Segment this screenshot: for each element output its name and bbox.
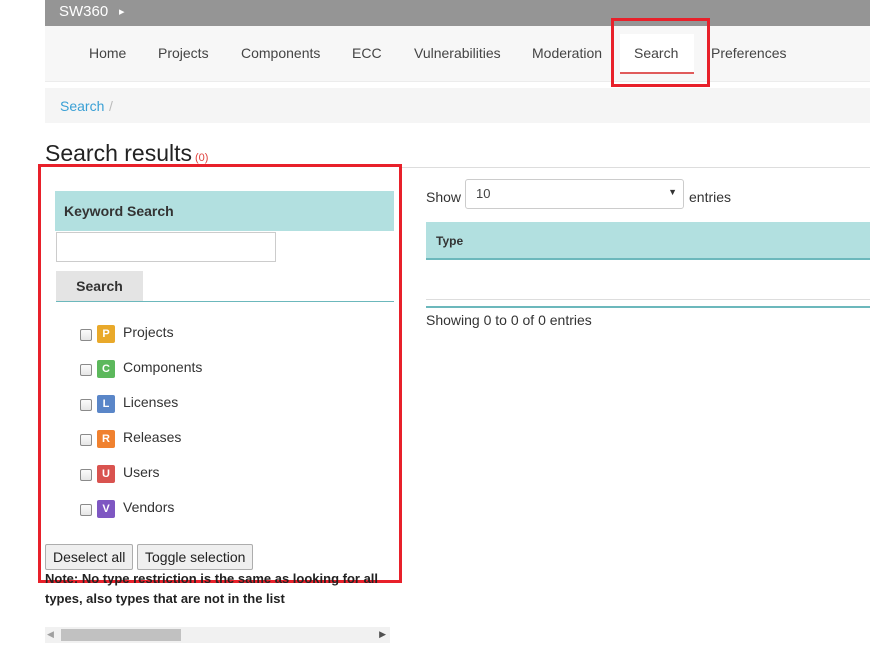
- caret-right-icon[interactable]: ▸: [119, 5, 125, 18]
- nav-components[interactable]: Components: [241, 45, 320, 61]
- search-button[interactable]: Search: [56, 271, 143, 301]
- nav-preferences[interactable]: Preferences: [711, 45, 786, 61]
- deselect-all-button[interactable]: Deselect all: [45, 544, 134, 570]
- search-divider: [56, 301, 394, 302]
- horizontal-scrollbar[interactable]: ◀ ▶: [45, 627, 390, 643]
- column-header-type[interactable]: Type: [436, 234, 463, 248]
- scroll-left-arrow-icon[interactable]: ◀: [47, 629, 54, 640]
- results-table-info: Showing 0 to 0 of 0 entries: [426, 312, 592, 328]
- releases-badge-icon: R: [97, 430, 115, 448]
- keyword-search-header: Keyword Search: [55, 191, 394, 231]
- nav-ecc[interactable]: ECC: [352, 45, 382, 61]
- users-label: Users: [123, 464, 160, 480]
- vendors-checkbox[interactable]: [80, 504, 92, 516]
- keyword-search-input[interactable]: [56, 232, 276, 262]
- users-badge-icon: U: [97, 465, 115, 483]
- components-badge-icon: C: [97, 360, 115, 378]
- breadcrumb: Search /: [45, 88, 870, 123]
- components-checkbox[interactable]: [80, 364, 92, 376]
- top-bar: SW360 ▸: [45, 0, 870, 26]
- users-checkbox[interactable]: [80, 469, 92, 481]
- projects-badge-icon: P: [97, 325, 115, 343]
- chevron-down-icon: ▼: [668, 187, 677, 197]
- releases-checkbox[interactable]: [80, 434, 92, 446]
- entries-select-value: 10: [476, 186, 491, 201]
- keyword-search-heading: Keyword Search: [64, 203, 174, 219]
- licenses-badge-icon: L: [97, 395, 115, 413]
- results-table-header: Type: [426, 222, 870, 260]
- type-restriction-note: Note: No type restriction is the same as…: [45, 571, 379, 606]
- nav-home[interactable]: Home: [89, 45, 126, 61]
- licenses-label: Licenses: [123, 394, 179, 410]
- brand-logo[interactable]: SW360: [59, 3, 108, 20]
- results-table-footer-rule: [426, 306, 870, 308]
- releases-label: Releases: [123, 429, 182, 445]
- entries-per-page-select[interactable]: 10 ▼: [465, 179, 684, 209]
- vendors-label: Vendors: [123, 499, 175, 515]
- entries-label: entries: [689, 189, 732, 205]
- nav-projects[interactable]: Projects: [158, 45, 209, 61]
- projects-checkbox[interactable]: [80, 329, 92, 341]
- highlight-box-nav-search: [611, 18, 710, 87]
- main-nav: Home Projects Components ECC Vulnerabili…: [45, 26, 870, 82]
- breadcrumb-separator: /: [109, 98, 113, 114]
- scroll-right-arrow-icon[interactable]: ▶: [379, 629, 386, 640]
- vendors-badge-icon: V: [97, 500, 115, 518]
- toggle-selection-button[interactable]: Toggle selection: [137, 544, 254, 570]
- page-title: Search results (0): [45, 140, 208, 167]
- components-label: Components: [123, 359, 203, 375]
- nav-vulnerabilities[interactable]: Vulnerabilities: [414, 45, 501, 61]
- show-entries-label: Show: [426, 189, 462, 205]
- page-title-text: Search results: [45, 140, 193, 166]
- licenses-checkbox[interactable]: [80, 399, 92, 411]
- result-count: (0): [195, 152, 209, 164]
- breadcrumb-search-link[interactable]: Search: [60, 98, 104, 114]
- scrollbar-thumb[interactable]: [61, 629, 181, 641]
- nav-moderation[interactable]: Moderation: [532, 45, 602, 61]
- projects-label: Projects: [123, 324, 174, 340]
- keyword-search-panel: Keyword Search Search P Projects C Compo…: [38, 164, 402, 583]
- results-table-body: [426, 262, 870, 300]
- title-divider: [400, 167, 870, 168]
